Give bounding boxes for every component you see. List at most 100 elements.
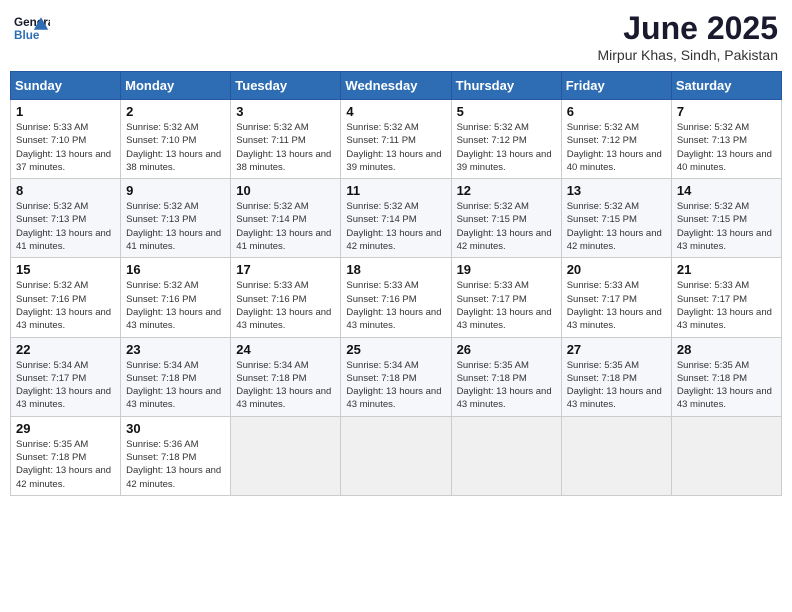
month-title: June 2025 xyxy=(597,10,778,47)
day-number: 12 xyxy=(457,183,556,198)
day-info: Sunrise: 5:36 AMSunset: 7:18 PMDaylight:… xyxy=(126,438,225,491)
table-cell: 6 Sunrise: 5:32 AMSunset: 7:12 PMDaylight… xyxy=(561,100,671,179)
table-cell: 5Sunrise: 5:32 AMSunset: 7:12 PMDaylight… xyxy=(451,100,561,179)
table-cell: 21 Sunrise: 5:33 AMSunset: 7:17 PMDayligh… xyxy=(671,258,781,337)
table-cell: 8 Sunrise: 5:32 AMSunset: 7:13 PMDaylight… xyxy=(11,179,121,258)
table-cell: 10 Sunrise: 5:32 AMSunset: 7:14 PMDayligh… xyxy=(231,179,341,258)
table-cell: 15Sunrise: 5:32 AMSunset: 7:16 PMDayligh… xyxy=(11,258,121,337)
day-number: 19 xyxy=(457,262,556,277)
table-cell: 2 Sunrise: 5:32 AMSunset: 7:10 PMDaylight… xyxy=(121,100,231,179)
day-number: 14 xyxy=(677,183,776,198)
day-info: Sunrise: 5:35 AMSunset: 7:18 PMDaylight:… xyxy=(677,359,776,412)
day-info: Sunrise: 5:35 AMSunset: 7:18 PMDaylight:… xyxy=(567,359,666,412)
day-number: 27 xyxy=(567,342,666,357)
table-cell xyxy=(231,416,341,495)
day-number: 1 xyxy=(16,104,115,119)
day-number: 24 xyxy=(236,342,335,357)
day-number: 9 xyxy=(126,183,225,198)
table-cell: 24Sunrise: 5:34 AMSunset: 7:18 PMDayligh… xyxy=(231,337,341,416)
day-info: Sunrise: 5:32 AMSunset: 7:13 PMDaylight:… xyxy=(126,200,225,253)
table-cell: 11 Sunrise: 5:32 AMSunset: 7:14 PMDayligh… xyxy=(341,179,451,258)
calendar-row: 15 Sunrise: 5:32 AMSunset: 7:16 PMDayligh… xyxy=(11,258,782,337)
day-number: 26 xyxy=(457,342,556,357)
table-cell: 16 Sunrise: 5:32 AMSunset: 7:16 PMDayligh… xyxy=(121,258,231,337)
day-number: 30 xyxy=(126,421,225,436)
table-cell: 29Sunrise: 5:35 AMSunset: 7:18 PMDayligh… xyxy=(11,416,121,495)
day-number: 20 xyxy=(567,262,666,277)
table-cell: 12 Sunrise: 5:32 AMSunset: 7:15 PMDayligh… xyxy=(451,179,561,258)
location-subtitle: Mirpur Khas, Sindh, Pakistan xyxy=(597,47,778,63)
calendar-row: 1 Sunrise: 5:33 AMSunset: 7:10 PMDaylight… xyxy=(11,100,782,179)
day-number: 21 xyxy=(677,262,776,277)
day-number: 8 xyxy=(16,183,115,198)
table-cell: 25 Sunrise: 5:34 AMSunset: 7:18 PMDayligh… xyxy=(341,337,451,416)
day-info: Sunrise: 5:32 AMSunset: 7:12 PMDaylight:… xyxy=(457,121,556,174)
day-info: Sunrise: 5:33 AMSunset: 7:17 PMDaylight:… xyxy=(567,279,666,332)
day-info: Sunrise: 5:32 AMSunset: 7:14 PMDaylight:… xyxy=(346,200,445,253)
col-thursday: Thursday xyxy=(451,72,561,100)
day-number: 23 xyxy=(126,342,225,357)
table-cell: 27 Sunrise: 5:35 AMSunset: 7:18 PMDayligh… xyxy=(561,337,671,416)
day-number: 18 xyxy=(346,262,445,277)
day-info: Sunrise: 5:33 AMSunset: 7:16 PMDaylight:… xyxy=(346,279,445,332)
day-number: 10 xyxy=(236,183,335,198)
day-number: 25 xyxy=(346,342,445,357)
day-info: Sunrise: 5:33 AMSunset: 7:17 PMDaylight:… xyxy=(677,279,776,332)
col-sunday: Sunday xyxy=(11,72,121,100)
day-info: Sunrise: 5:34 AMSunset: 7:18 PMDaylight:… xyxy=(126,359,225,412)
day-info: Sunrise: 5:32 AMSunset: 7:10 PMDaylight:… xyxy=(126,121,225,174)
calendar-row: 8 Sunrise: 5:32 AMSunset: 7:13 PMDaylight… xyxy=(11,179,782,258)
calendar-row: 29Sunrise: 5:35 AMSunset: 7:18 PMDayligh… xyxy=(11,416,782,495)
day-info: Sunrise: 5:34 AMSunset: 7:18 PMDaylight:… xyxy=(346,359,445,412)
table-cell: 22Sunrise: 5:34 AMSunset: 7:17 PMDayligh… xyxy=(11,337,121,416)
table-cell: 28Sunrise: 5:35 AMSunset: 7:18 PMDayligh… xyxy=(671,337,781,416)
day-info: Sunrise: 5:32 AMSunset: 7:14 PMDaylight:… xyxy=(236,200,335,253)
day-number: 11 xyxy=(346,183,445,198)
table-cell xyxy=(671,416,781,495)
table-cell: 17 Sunrise: 5:33 AMSunset: 7:16 PMDayligh… xyxy=(231,258,341,337)
day-info: Sunrise: 5:32 AMSunset: 7:15 PMDaylight:… xyxy=(677,200,776,253)
table-cell: 18 Sunrise: 5:33 AMSunset: 7:16 PMDayligh… xyxy=(341,258,451,337)
day-info: Sunrise: 5:33 AMSunset: 7:10 PMDaylight:… xyxy=(16,121,115,174)
day-info: Sunrise: 5:32 AMSunset: 7:15 PMDaylight:… xyxy=(457,200,556,253)
table-cell: 23 Sunrise: 5:34 AMSunset: 7:18 PMDayligh… xyxy=(121,337,231,416)
day-info: Sunrise: 5:32 AMSunset: 7:15 PMDaylight:… xyxy=(567,200,666,253)
day-info: Sunrise: 5:32 AMSunset: 7:12 PMDaylight:… xyxy=(567,121,666,174)
day-number: 4 xyxy=(346,104,445,119)
day-number: 17 xyxy=(236,262,335,277)
page-header: General Blue June 2025 Mirpur Khas, Sind… xyxy=(10,10,782,63)
table-cell: 13 Sunrise: 5:32 AMSunset: 7:15 PMDayligh… xyxy=(561,179,671,258)
col-monday: Monday xyxy=(121,72,231,100)
day-info: Sunrise: 5:33 AMSunset: 7:17 PMDaylight:… xyxy=(457,279,556,332)
table-cell: 1 Sunrise: 5:33 AMSunset: 7:10 PMDaylight… xyxy=(11,100,121,179)
day-number: 7 xyxy=(677,104,776,119)
calendar-row: 22Sunrise: 5:34 AMSunset: 7:17 PMDayligh… xyxy=(11,337,782,416)
svg-text:Blue: Blue xyxy=(14,29,40,42)
table-cell: 9 Sunrise: 5:32 AMSunset: 7:13 PMDaylight… xyxy=(121,179,231,258)
day-number: 2 xyxy=(126,104,225,119)
day-info: Sunrise: 5:33 AMSunset: 7:16 PMDaylight:… xyxy=(236,279,335,332)
table-cell: 20 Sunrise: 5:33 AMSunset: 7:17 PMDayligh… xyxy=(561,258,671,337)
table-cell: 7 Sunrise: 5:32 AMSunset: 7:13 PMDaylight… xyxy=(671,100,781,179)
day-number: 15 xyxy=(16,262,115,277)
table-cell xyxy=(341,416,451,495)
day-info: Sunrise: 5:35 AMSunset: 7:18 PMDaylight:… xyxy=(457,359,556,412)
logo-icon: General Blue xyxy=(14,10,50,46)
col-tuesday: Tuesday xyxy=(231,72,341,100)
table-cell xyxy=(451,416,561,495)
day-info: Sunrise: 5:32 AMSunset: 7:13 PMDaylight:… xyxy=(16,200,115,253)
day-info: Sunrise: 5:32 AMSunset: 7:16 PMDaylight:… xyxy=(126,279,225,332)
table-cell: 3Sunrise: 5:32 AMSunset: 7:11 PMDaylight… xyxy=(231,100,341,179)
day-number: 13 xyxy=(567,183,666,198)
day-info: Sunrise: 5:32 AMSunset: 7:13 PMDaylight:… xyxy=(677,121,776,174)
table-cell: 4Sunrise: 5:32 AMSunset: 7:11 PMDaylight… xyxy=(341,100,451,179)
logo: General Blue xyxy=(14,10,50,46)
day-number: 6 xyxy=(567,104,666,119)
day-number: 22 xyxy=(16,342,115,357)
table-cell: 14 Sunrise: 5:32 AMSunset: 7:15 PMDayligh… xyxy=(671,179,781,258)
day-number: 16 xyxy=(126,262,225,277)
calendar-table: Sunday Monday Tuesday Wednesday Thursday… xyxy=(10,71,782,496)
col-saturday: Saturday xyxy=(671,72,781,100)
table-cell: 26 Sunrise: 5:35 AMSunset: 7:18 PMDayligh… xyxy=(451,337,561,416)
title-area: June 2025 Mirpur Khas, Sindh, Pakistan xyxy=(597,10,778,63)
